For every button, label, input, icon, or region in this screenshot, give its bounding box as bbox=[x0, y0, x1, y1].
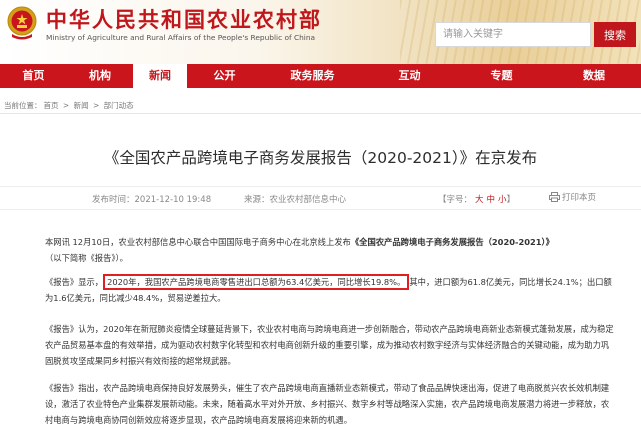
nav-item-organization[interactable]: 机构 bbox=[67, 64, 133, 88]
nav-item-public[interactable]: 公开 bbox=[187, 64, 262, 88]
paragraph-1-text-c: （以下简称《报告》）。 bbox=[45, 253, 128, 264]
font-size-close: 】 bbox=[506, 195, 516, 205]
print-button[interactable]: 打印本页 bbox=[549, 191, 596, 203]
font-size-control: 【字号：大中小】 bbox=[438, 193, 515, 205]
article-meta-bar: 发布时间：2021-12-10 19:48 来源：农业农村部信息中心 【字号：大… bbox=[0, 186, 641, 210]
nav-item-data[interactable]: 数据 bbox=[547, 64, 641, 88]
breadcrumb-separator: > bbox=[62, 101, 70, 110]
print-label: 打印本页 bbox=[562, 193, 597, 203]
search-button[interactable]: 搜索 bbox=[594, 22, 636, 47]
font-size-label: 【字号： bbox=[438, 195, 473, 205]
search-input[interactable] bbox=[435, 22, 591, 47]
print-icon bbox=[549, 192, 560, 202]
nav-item-government-services[interactable]: 政务服务 bbox=[262, 64, 363, 88]
divider bbox=[0, 113, 641, 114]
paragraph-3: 《报告》认为，2020年在新冠肺炎疫情全球蔓延背景下，农业农村电商与跨境电商进一… bbox=[45, 324, 614, 367]
site-title[interactable]: 中华人民共和国农业农村部 bbox=[46, 4, 322, 34]
publish-date: 发布时间：2021-12-10 19:48 bbox=[92, 195, 212, 205]
breadcrumb-news[interactable]: 新闻 bbox=[74, 101, 89, 110]
font-size-large[interactable]: 大 bbox=[475, 195, 484, 205]
breadcrumb: 当前位置： 首页 > 新闻 > 部门动态 bbox=[4, 100, 136, 111]
nav-item-news[interactable]: 新闻 bbox=[133, 64, 187, 88]
highlighted-statistic: 2020年，我国农产品跨境电商零售进出口总额为63.4亿美元，同比增长19.8%… bbox=[103, 274, 410, 290]
breadcrumb-separator: > bbox=[92, 101, 100, 110]
breadcrumb-prefix: 当前位置： bbox=[4, 101, 42, 110]
paragraph-2: 《报告》显示， 2020年，我国农产品跨境电商零售进出口总额为63.4亿美元，同比… bbox=[45, 274, 615, 306]
breadcrumb-department-news[interactable]: 部门动态 bbox=[104, 101, 134, 110]
nav-item-interaction[interactable]: 互动 bbox=[363, 64, 456, 88]
site-subtitle: Ministry of Agriculture and Rural Affair… bbox=[46, 33, 316, 42]
paragraph-1-text-a: 本网讯 12月10日，农业农村部信息中心联合中国国际电子商务中心在北京线上发布 bbox=[45, 237, 351, 247]
site-header: 中华人民共和国农业农村部 Ministry of Agriculture and… bbox=[0, 0, 641, 64]
national-emblem-icon[interactable] bbox=[6, 6, 38, 40]
article-source: 来源：农业农村部信息中心 bbox=[244, 195, 347, 205]
font-size-small[interactable]: 小 bbox=[498, 195, 507, 205]
breadcrumb-home[interactable]: 首页 bbox=[44, 101, 59, 110]
article-title: 《全国农产品跨境电子商务发展报告（2020-2021）》在京发布 bbox=[103, 149, 538, 167]
paragraph-4: 《报告》指出，农产品跨境电商保持良好发展势头，催生了农产品跨境电商直播新业态新模… bbox=[45, 383, 610, 426]
nav-item-home[interactable]: 首页 bbox=[0, 64, 67, 88]
report-title-link: 《全国农产品跨境电子商务发展报告（2020-2021）》 bbox=[350, 237, 554, 247]
paragraph-2-text-a: 《报告》显示， bbox=[45, 277, 104, 287]
main-nav: 首页 机构 新闻 公开 政务服务 互动 专题 数据 bbox=[0, 64, 641, 88]
font-size-medium[interactable]: 中 bbox=[487, 195, 496, 205]
nav-item-topics[interactable]: 专题 bbox=[456, 64, 547, 88]
paragraph-1: 本网讯 12月10日，农业农村部信息中心联合中国国际电子商务中心在北京线上发布《… bbox=[45, 234, 615, 266]
